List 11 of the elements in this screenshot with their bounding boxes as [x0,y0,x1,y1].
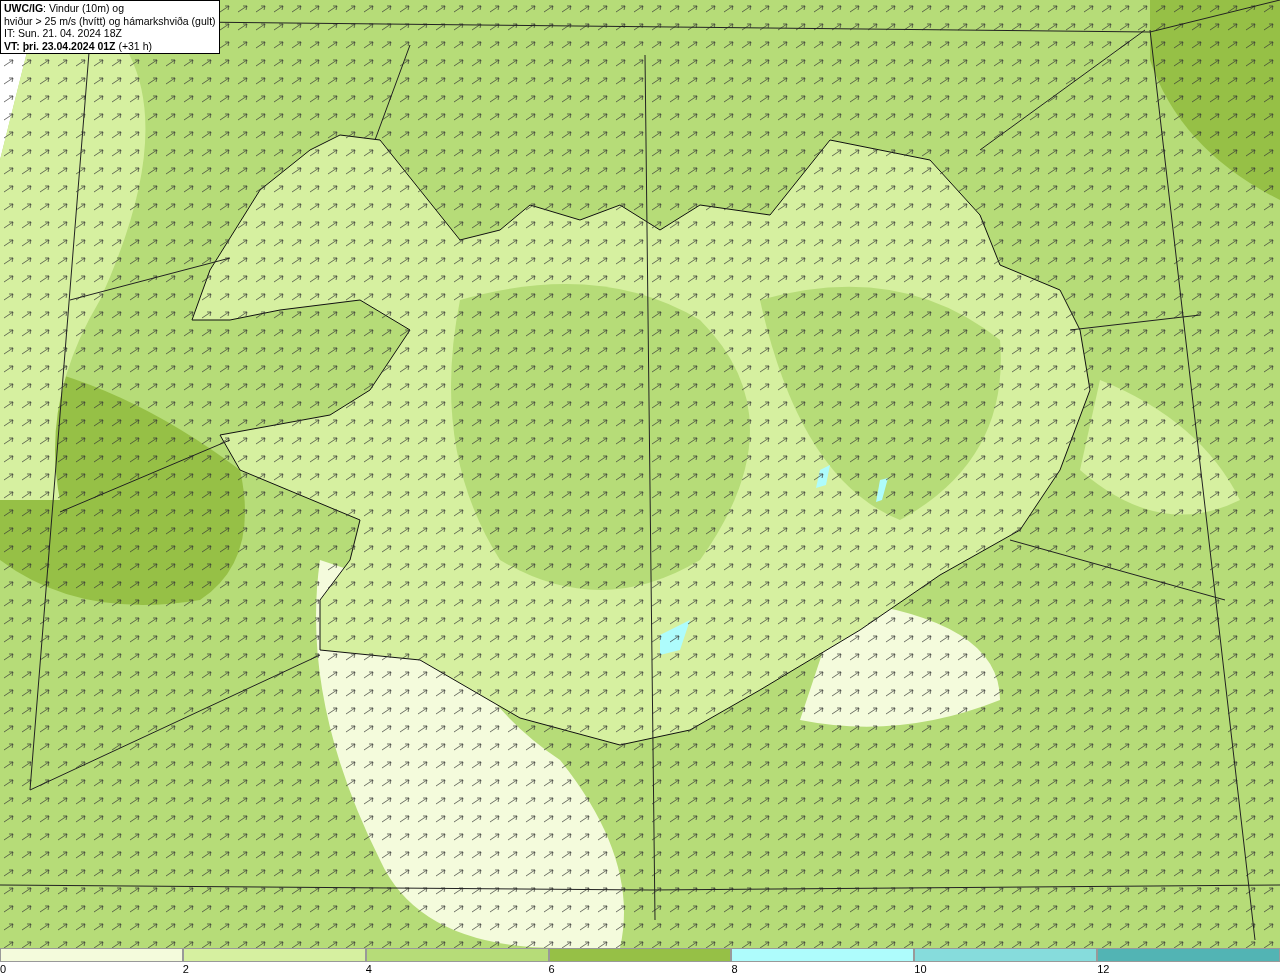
legend-label: 8 [731,962,738,976]
info-line: IT: Sun. 21. 04. 2024 18Z [4,27,123,40]
info-line: UWC/IG: Vindur (10m) og [4,2,125,15]
info-line: VT: þri. 23.04.2024 01Z (+31 h) [4,39,153,52]
legend-label: 4 [365,962,372,976]
info-line: hviður > 25 m/s (hvítt) og hámarkshviða (gult) [4,14,216,27]
legend-label: 10 [914,962,927,976]
legend-label: 6 [548,962,555,976]
legend-label: 12 [1097,962,1110,976]
legend-label: 0 [0,962,7,976]
legend-label: 2 [182,962,189,976]
